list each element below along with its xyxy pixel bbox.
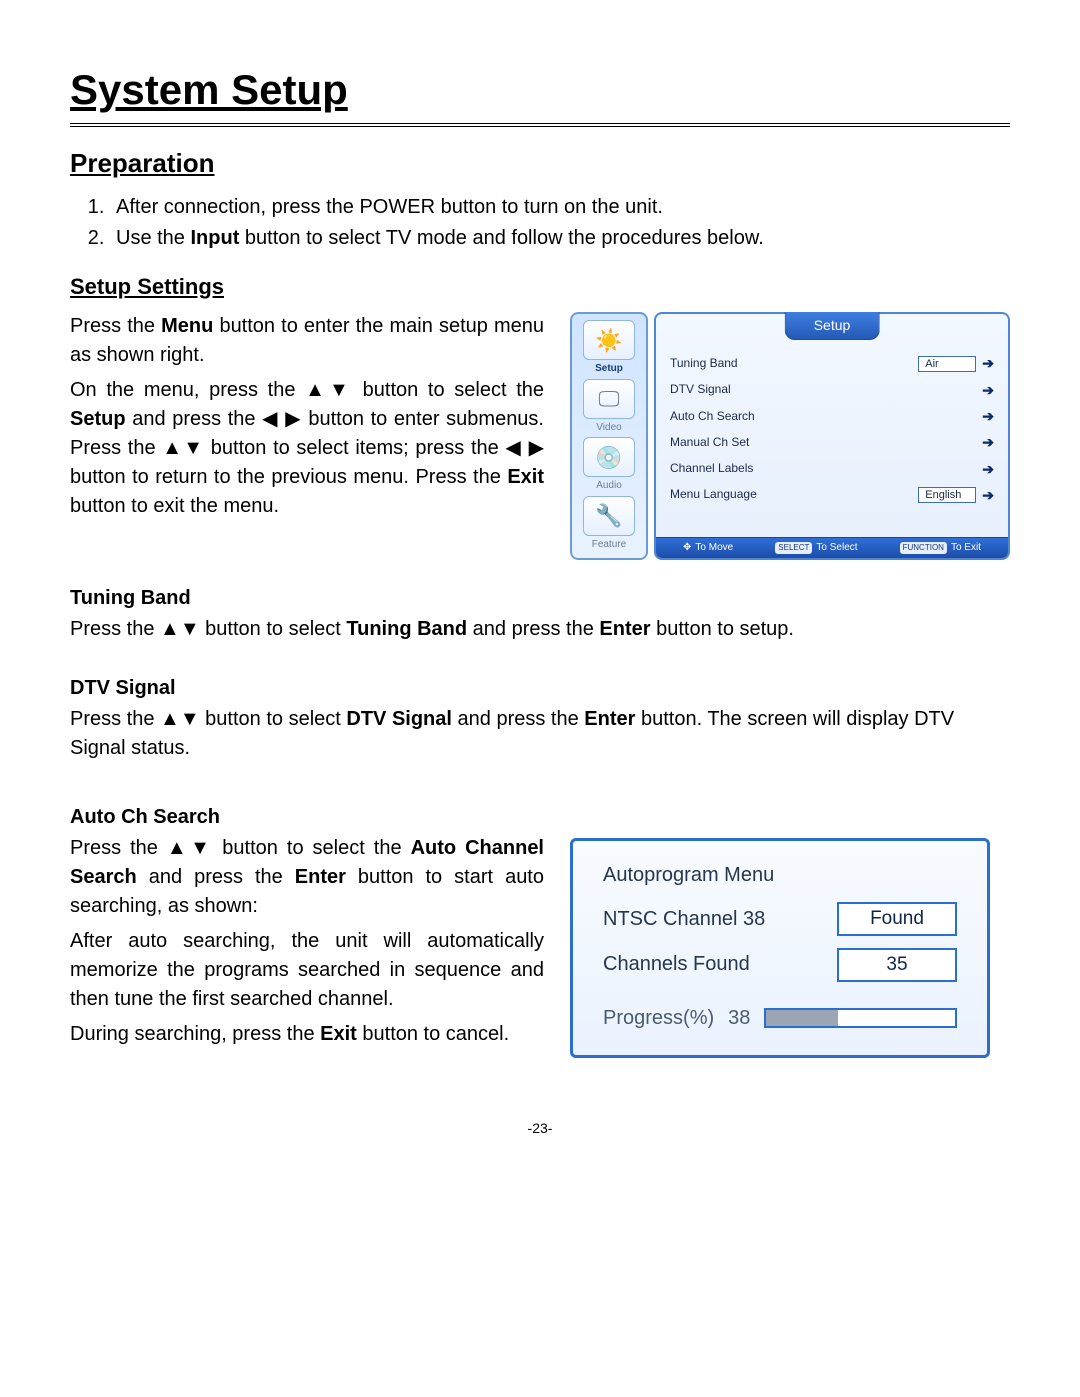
autoprogram-progress-label: Progress(%) bbox=[603, 1004, 714, 1033]
osd-menu-language-value: English bbox=[918, 487, 976, 503]
osd-tuning-band-value: Air bbox=[918, 356, 976, 372]
tuning-band-text: Press the ▲▼ button to select Tuning Ban… bbox=[70, 615, 1010, 644]
step-1: After connection, press the POWER button… bbox=[110, 193, 1010, 222]
autoprogram-panel-wrapper: Autoprogram Menu NTSC Channel 38 Found C… bbox=[570, 834, 1010, 1057]
page-number: -23- bbox=[70, 1118, 1010, 1138]
auto-ch-search-heading: Auto Ch Search bbox=[70, 803, 1010, 832]
osd-row-menu-language[interactable]: Menu Language English➔ bbox=[670, 482, 994, 508]
auto-ch-p3: During searching, press the Exit button … bbox=[70, 1020, 544, 1049]
autoprogram-found-value: 35 bbox=[837, 948, 957, 982]
step-2c: button to select TV mode and follow the … bbox=[239, 227, 763, 249]
monitor-icon: 🖵 bbox=[583, 379, 635, 419]
osd-row-dtv-signal[interactable]: DTV Signal ➔ bbox=[670, 377, 994, 403]
autoprogram-found-row: Channels Found 35 bbox=[603, 948, 957, 982]
intro-paragraph-2: On the menu, press the ▲▼ button to sele… bbox=[70, 376, 544, 521]
osd-row-manual-ch-set[interactable]: Manual Ch Set ➔ bbox=[670, 429, 994, 455]
autoprogram-panel: Autoprogram Menu NTSC Channel 38 Found C… bbox=[570, 838, 990, 1057]
auto-ch-p2: After auto searching, the unit will auto… bbox=[70, 927, 544, 1014]
setup-settings-heading: Setup Settings bbox=[70, 271, 1010, 303]
tuning-band-heading: Tuning Band bbox=[70, 584, 1010, 613]
osd-menu-list: Tuning Band Air➔ DTV Signal ➔ Auto Ch Se… bbox=[656, 342, 1008, 516]
osd-main-panel: Setup Tuning Band Air➔ DTV Signal ➔ Auto… bbox=[654, 312, 1010, 560]
step-2: Use the Input button to select TV mode a… bbox=[110, 224, 1010, 253]
osd-row-channel-labels[interactable]: Channel Labels ➔ bbox=[670, 456, 994, 482]
intro-paragraph-1: Press the Menu button to enter the main … bbox=[70, 312, 544, 370]
page-title: System Setup bbox=[70, 60, 1010, 127]
osd-side-audio[interactable]: 💿 Audio bbox=[579, 437, 639, 494]
arrow-right-icon: ➔ bbox=[982, 485, 994, 505]
autoprogram-found-label: Channels Found bbox=[603, 950, 750, 979]
osd-side-video[interactable]: 🖵 Video bbox=[579, 379, 639, 436]
autoprogram-channel-label: NTSC Channel 38 bbox=[603, 905, 765, 934]
dtv-signal-heading: DTV Signal bbox=[70, 674, 1010, 703]
dtv-signal-text: Press the ▲▼ button to select DTV Signal… bbox=[70, 705, 1010, 763]
autoprogram-progress-row: Progress(%) 38 bbox=[603, 1004, 957, 1033]
autoprogram-progress-value: 38 bbox=[728, 1004, 750, 1033]
arrow-right-icon: ➔ bbox=[982, 432, 994, 452]
wrench-icon: 🔧 bbox=[583, 496, 635, 536]
step-2b: Input bbox=[190, 227, 239, 249]
progress-bar-fill bbox=[766, 1010, 838, 1026]
autoprogram-channel-status: Found bbox=[837, 902, 957, 936]
arrow-right-icon: ➔ bbox=[982, 380, 994, 400]
osd-panel-title: Setup bbox=[785, 312, 880, 339]
osd-row-auto-ch-search[interactable]: Auto Ch Search ➔ bbox=[670, 403, 994, 429]
arrow-right-icon: ➔ bbox=[982, 406, 994, 426]
osd-side-feature[interactable]: 🔧 Feature bbox=[579, 496, 639, 553]
autoprogram-channel-row: NTSC Channel 38 Found bbox=[603, 902, 957, 936]
preparation-steps: After connection, press the POWER button… bbox=[110, 193, 1010, 253]
progress-bar bbox=[764, 1008, 957, 1028]
osd-sidebar: ☀️ Setup 🖵 Video 💿 Audio 🔧 Feature bbox=[570, 312, 648, 560]
osd-side-setup[interactable]: ☀️ Setup bbox=[579, 320, 639, 377]
osd-footer-select: SELECTTo Select bbox=[775, 541, 857, 556]
dpad-icon: ✥ bbox=[683, 541, 691, 556]
osd-footer-move: ✥To Move bbox=[683, 541, 733, 556]
step-2a: Use the bbox=[116, 227, 190, 249]
preparation-heading: Preparation bbox=[70, 145, 1010, 183]
arrow-right-icon: ➔ bbox=[982, 459, 994, 479]
auto-ch-p1: Press the ▲▼ button to select the Auto C… bbox=[70, 834, 544, 921]
osd-footer-exit: FUNCTIONTo Exit bbox=[900, 541, 981, 556]
autoprogram-title: Autoprogram Menu bbox=[603, 861, 957, 890]
disc-icon: 💿 bbox=[583, 437, 635, 477]
osd-row-tuning-band[interactable]: Tuning Band Air➔ bbox=[670, 350, 994, 376]
arrow-right-icon: ➔ bbox=[982, 353, 994, 373]
osd-setup-screenshot: ☀️ Setup 🖵 Video 💿 Audio 🔧 Feature Setup… bbox=[570, 312, 1010, 560]
gear-sun-icon: ☀️ bbox=[583, 320, 635, 360]
osd-footer: ✥To Move SELECTTo Select FUNCTIONTo Exit bbox=[656, 537, 1008, 559]
